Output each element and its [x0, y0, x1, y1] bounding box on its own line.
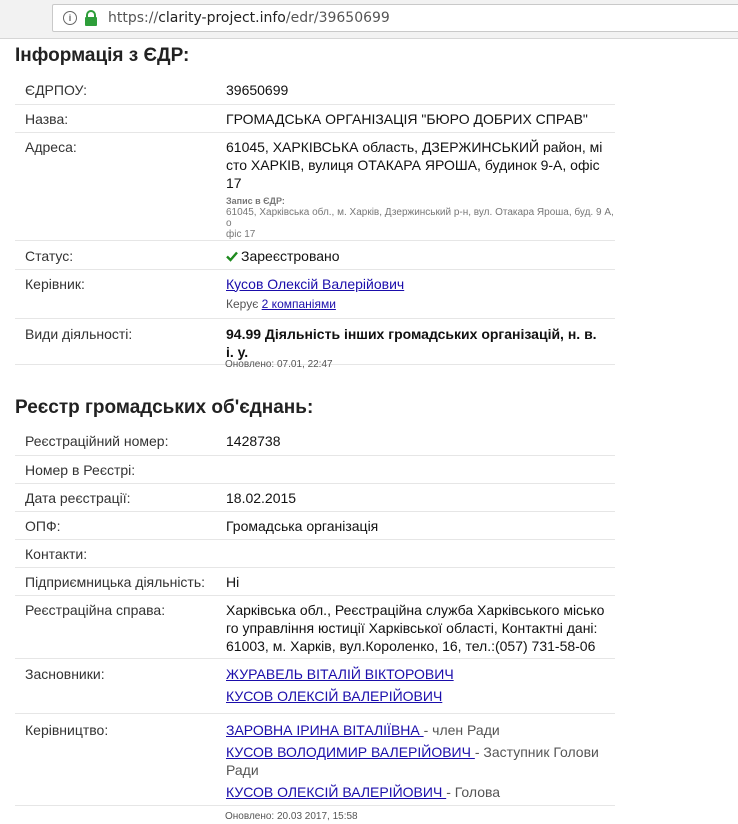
director-label: Керівник: — [15, 269, 226, 319]
reg-case-label: Реєстраційна справа: — [15, 595, 226, 659]
opf-label: ОПФ: — [15, 511, 226, 540]
url-text[interactable]: https://clarity-project.info/edr/3965069… — [108, 10, 390, 26]
address-label: Адреса: — [15, 132, 226, 241]
leadership-label: Керівництво: — [15, 713, 226, 806]
registry-number-label: Номер в Реєстрі: — [15, 455, 226, 484]
table-row: Види діяльності: 94.99 Діяльність інших … — [15, 318, 615, 365]
founder-link[interactable]: ЖУРАВЕЛЬ ВІТАЛІЙ ВІКТОРОВИЧ — [226, 666, 454, 682]
leader-link[interactable]: КУСОВ ОЛЕКСІЙ ВАЛЕРІЙОВИЧ — [226, 784, 446, 800]
table-row: Реєстраційна справа: Харківська обл., Ре… — [15, 595, 615, 659]
table-row: Статус: Зареєстровано — [15, 240, 615, 270]
registry-section-title: Реєстр громадських об'єднань: — [15, 397, 314, 418]
table-row: Реєстраційний номер: 1428738 — [15, 427, 615, 456]
reg-case-value: Харківська обл., Реєстраційна служба Хар… — [226, 595, 615, 659]
table-row: Номер в Реєстрі: — [15, 455, 615, 484]
table-row: ЄДРПОУ: 39650699 — [15, 76, 615, 105]
activity-line: 94.99 Діяльність інших громадських орган… — [226, 325, 597, 342]
table-row: Засновники: ЖУРАВЕЛЬ ВІТАЛІЙ ВІКТОРОВИЧ … — [15, 658, 615, 714]
activity-label: Види діяльності: — [15, 318, 226, 365]
status-value: Зареєстровано — [226, 240, 615, 270]
browser-toolbar: i https://clarity-project.info/edr/39650… — [0, 0, 738, 39]
edrpou-label: ЄДРПОУ: — [15, 76, 226, 105]
activity-value: 94.99 Діяльність інших громадських орган… — [226, 318, 615, 365]
check-icon — [226, 251, 238, 262]
status-label: Статус: — [15, 240, 226, 270]
edr-updated: Оновлено: 07.01, 22:47 — [225, 359, 333, 370]
leader-link[interactable]: КУСОВ ВОЛОДИМИР ВАЛЕРІЙОВИЧ — [226, 744, 475, 760]
contacts-label: Контакти: — [15, 539, 226, 568]
founder-link[interactable]: КУСОВ ОЛЕКСІЙ ВАЛЕРІЙОВИЧ — [226, 688, 442, 704]
edrpou-value: 39650699 — [226, 76, 615, 105]
reg-number-label: Реєстраційний номер: — [15, 427, 226, 456]
registry-number-value — [226, 455, 615, 484]
table-row: Назва: ГРОМАДСЬКА ОРГАНІЗАЦІЯ "БЮРО ДОБР… — [15, 104, 615, 133]
reg-date-label: Дата реєстрації: — [15, 483, 226, 512]
table-row: ОПФ: Громадська організація — [15, 511, 615, 540]
reg-case-line: 61003, м. Харків, вул.Короленко, 16, тел… — [226, 637, 596, 654]
reg-number-value: 1428738 — [226, 427, 615, 456]
reg-case-line: Харківська обл., Реєстраційна служба Хар… — [226, 601, 605, 618]
info-icon[interactable]: i — [63, 11, 77, 25]
contacts-value — [226, 539, 615, 568]
edr-info-table: ЄДРПОУ: 39650699 Назва: ГРОМАДСЬКА ОРГАН… — [15, 76, 615, 365]
reg-case-line: го управління юстиції Харківської област… — [226, 619, 598, 636]
url-path: /edr/39650699 — [285, 10, 390, 26]
address-bar[interactable]: i https://clarity-project.info/edr/39650… — [52, 4, 738, 32]
edr-record-line: фіс 17 — [226, 228, 256, 240]
url-host: clarity-project.info — [158, 10, 286, 26]
url-scheme: https:// — [108, 10, 159, 26]
activity-line: і. у. — [226, 343, 249, 360]
table-row: Дата реєстрації: 18.02.2015 — [15, 483, 615, 512]
leadership-value: ЗАРОВНА ІРИНА ВІТАЛІЇВНА - член Ради КУС… — [226, 713, 615, 806]
table-row: Керівництво: ЗАРОВНА ІРИНА ВІТАЛІЇВНА - … — [15, 713, 615, 806]
status-text: Зареєстровано — [241, 247, 340, 264]
address-line: сто ХАРКІВ, вулиця ОТАКАРА ЯРОША, будино… — [226, 156, 600, 173]
founders-value: ЖУРАВЕЛЬ ВІТАЛІЙ ВІКТОРОВИЧ КУСОВ ОЛЕКСІ… — [226, 658, 615, 714]
leader-role: - Голова — [446, 783, 501, 800]
edr-record-title: Запис в ЄДР: — [226, 195, 285, 206]
address-value: 61045, ХАРКІВСЬКА область, ДЗЕРЖИНСЬКИЙ … — [226, 132, 615, 241]
name-value: ГРОМАДСЬКА ОРГАНІЗАЦІЯ "БЮРО ДОБРИХ СПРА… — [226, 104, 615, 133]
edr-section-title: Інформація з ЄДР: — [15, 45, 190, 66]
table-row: Керівник: Кусов Олексій Валерійович Керу… — [15, 269, 615, 319]
address-line: 61045, ХАРКІВСЬКА область, ДЗЕРЖИНСЬКИЙ … — [226, 138, 603, 155]
address-line: 17 — [226, 174, 242, 191]
registry-table: Реєстраційний номер: 1428738 Номер в Реє… — [15, 427, 615, 806]
leader-role: - член Ради — [423, 721, 500, 738]
name-label: Назва: — [15, 104, 226, 133]
business-label: Підприємницька діяльність: — [15, 567, 226, 596]
table-row: Контакти: — [15, 539, 615, 568]
edr-record-line: 61045, Харківська обл., м. Харків, Дзерж… — [226, 206, 614, 229]
registry-updated: Оновлено: 20.03 2017, 15:58 — [225, 811, 358, 822]
table-row: Адреса: 61045, ХАРКІВСЬКА область, ДЗЕРЖ… — [15, 132, 615, 241]
leader-link[interactable]: ЗАРОВНА ІРИНА ВІТАЛІЇВНА — [226, 722, 424, 738]
founders-label: Засновники: — [15, 658, 226, 714]
reg-date-value: 18.02.2015 — [226, 483, 615, 512]
table-row: Підприємницька діяльність: Ні — [15, 567, 615, 596]
manages-prefix: Керує — [226, 296, 259, 311]
opf-value: Громадська організація — [226, 511, 615, 540]
manages-link[interactable]: 2 компаніями — [262, 297, 336, 311]
director-link[interactable]: Кусов Олексій Валерійович — [226, 276, 404, 292]
director-value: Кусов Олексій Валерійович Керує 2 компан… — [226, 269, 615, 319]
business-value: Ні — [226, 567, 615, 596]
lock-icon — [85, 10, 97, 26]
